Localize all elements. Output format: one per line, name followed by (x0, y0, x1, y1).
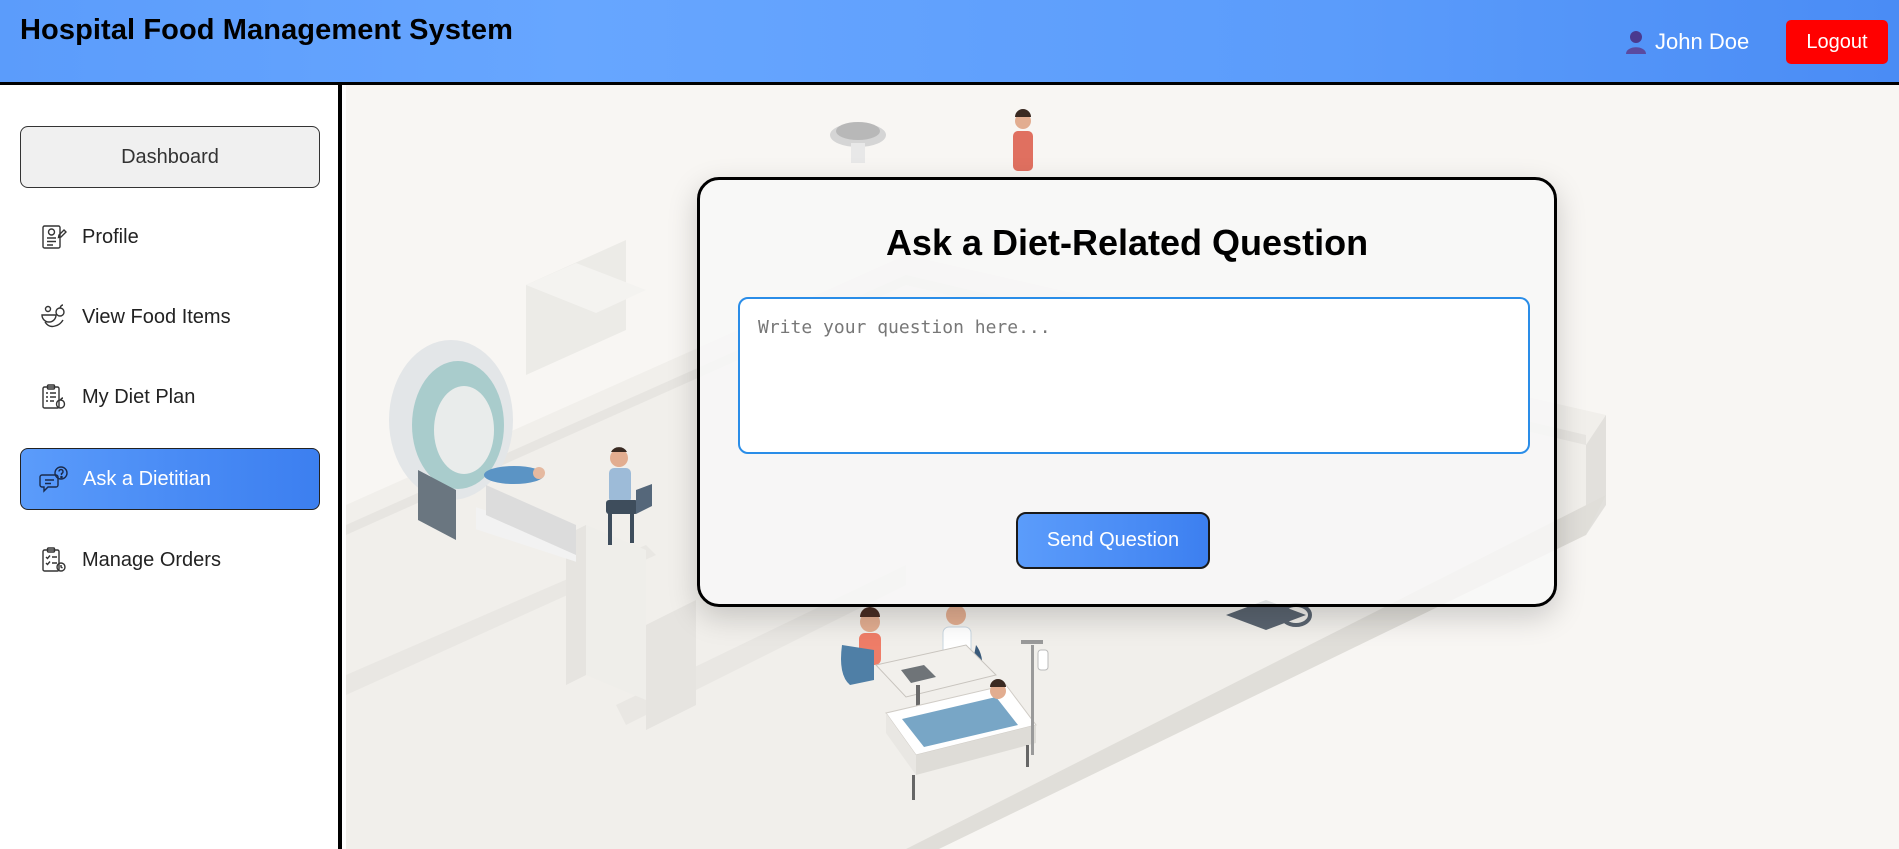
diet-plan-icon (38, 382, 68, 412)
sidebar-item-label: My Diet Plan (82, 385, 196, 408)
sidebar-item-food-items[interactable]: View Food Items (20, 286, 320, 348)
sidebar-item-label: View Food Items (82, 305, 231, 328)
sidebar-item-ask-dietitian[interactable]: Ask a Dietitian (20, 448, 320, 510)
sidebar: Dashboard Profile View Food Items My Die… (0, 85, 342, 849)
sidebar-item-label: Ask a Dietitian (83, 467, 211, 490)
sidebar-item-label: Profile (82, 225, 139, 248)
sidebar-item-profile[interactable]: Profile (20, 206, 320, 268)
user-icon (1625, 30, 1647, 54)
app-title: Hospital Food Management System (20, 14, 513, 46)
logout-button[interactable]: Logout (1786, 20, 1888, 64)
main-content: Ask a Diet-Related Question Send Questio… (346, 85, 1899, 849)
question-input[interactable] (738, 297, 1530, 454)
ask-question-card: Ask a Diet-Related Question Send Questio… (697, 177, 1557, 607)
sidebar-item-dashboard[interactable]: Dashboard (20, 126, 320, 188)
food-items-icon (38, 302, 68, 332)
sidebar-item-label: Dashboard (121, 145, 219, 168)
send-question-button[interactable]: Send Question (1016, 512, 1210, 569)
sidebar-item-manage-orders[interactable]: Manage Orders (20, 529, 320, 591)
manage-orders-icon (38, 545, 68, 575)
card-title: Ask a Diet-Related Question (885, 222, 1369, 263)
sidebar-item-label: Manage Orders (82, 548, 221, 571)
top-header: Hospital Food Management System John Doe… (0, 0, 1899, 85)
profile-icon (38, 222, 68, 252)
sidebar-item-diet-plan[interactable]: My Diet Plan (20, 366, 320, 428)
user-info: John Doe (1625, 27, 1749, 57)
user-name: John Doe (1655, 29, 1750, 54)
ask-dietitian-icon (39, 464, 69, 494)
